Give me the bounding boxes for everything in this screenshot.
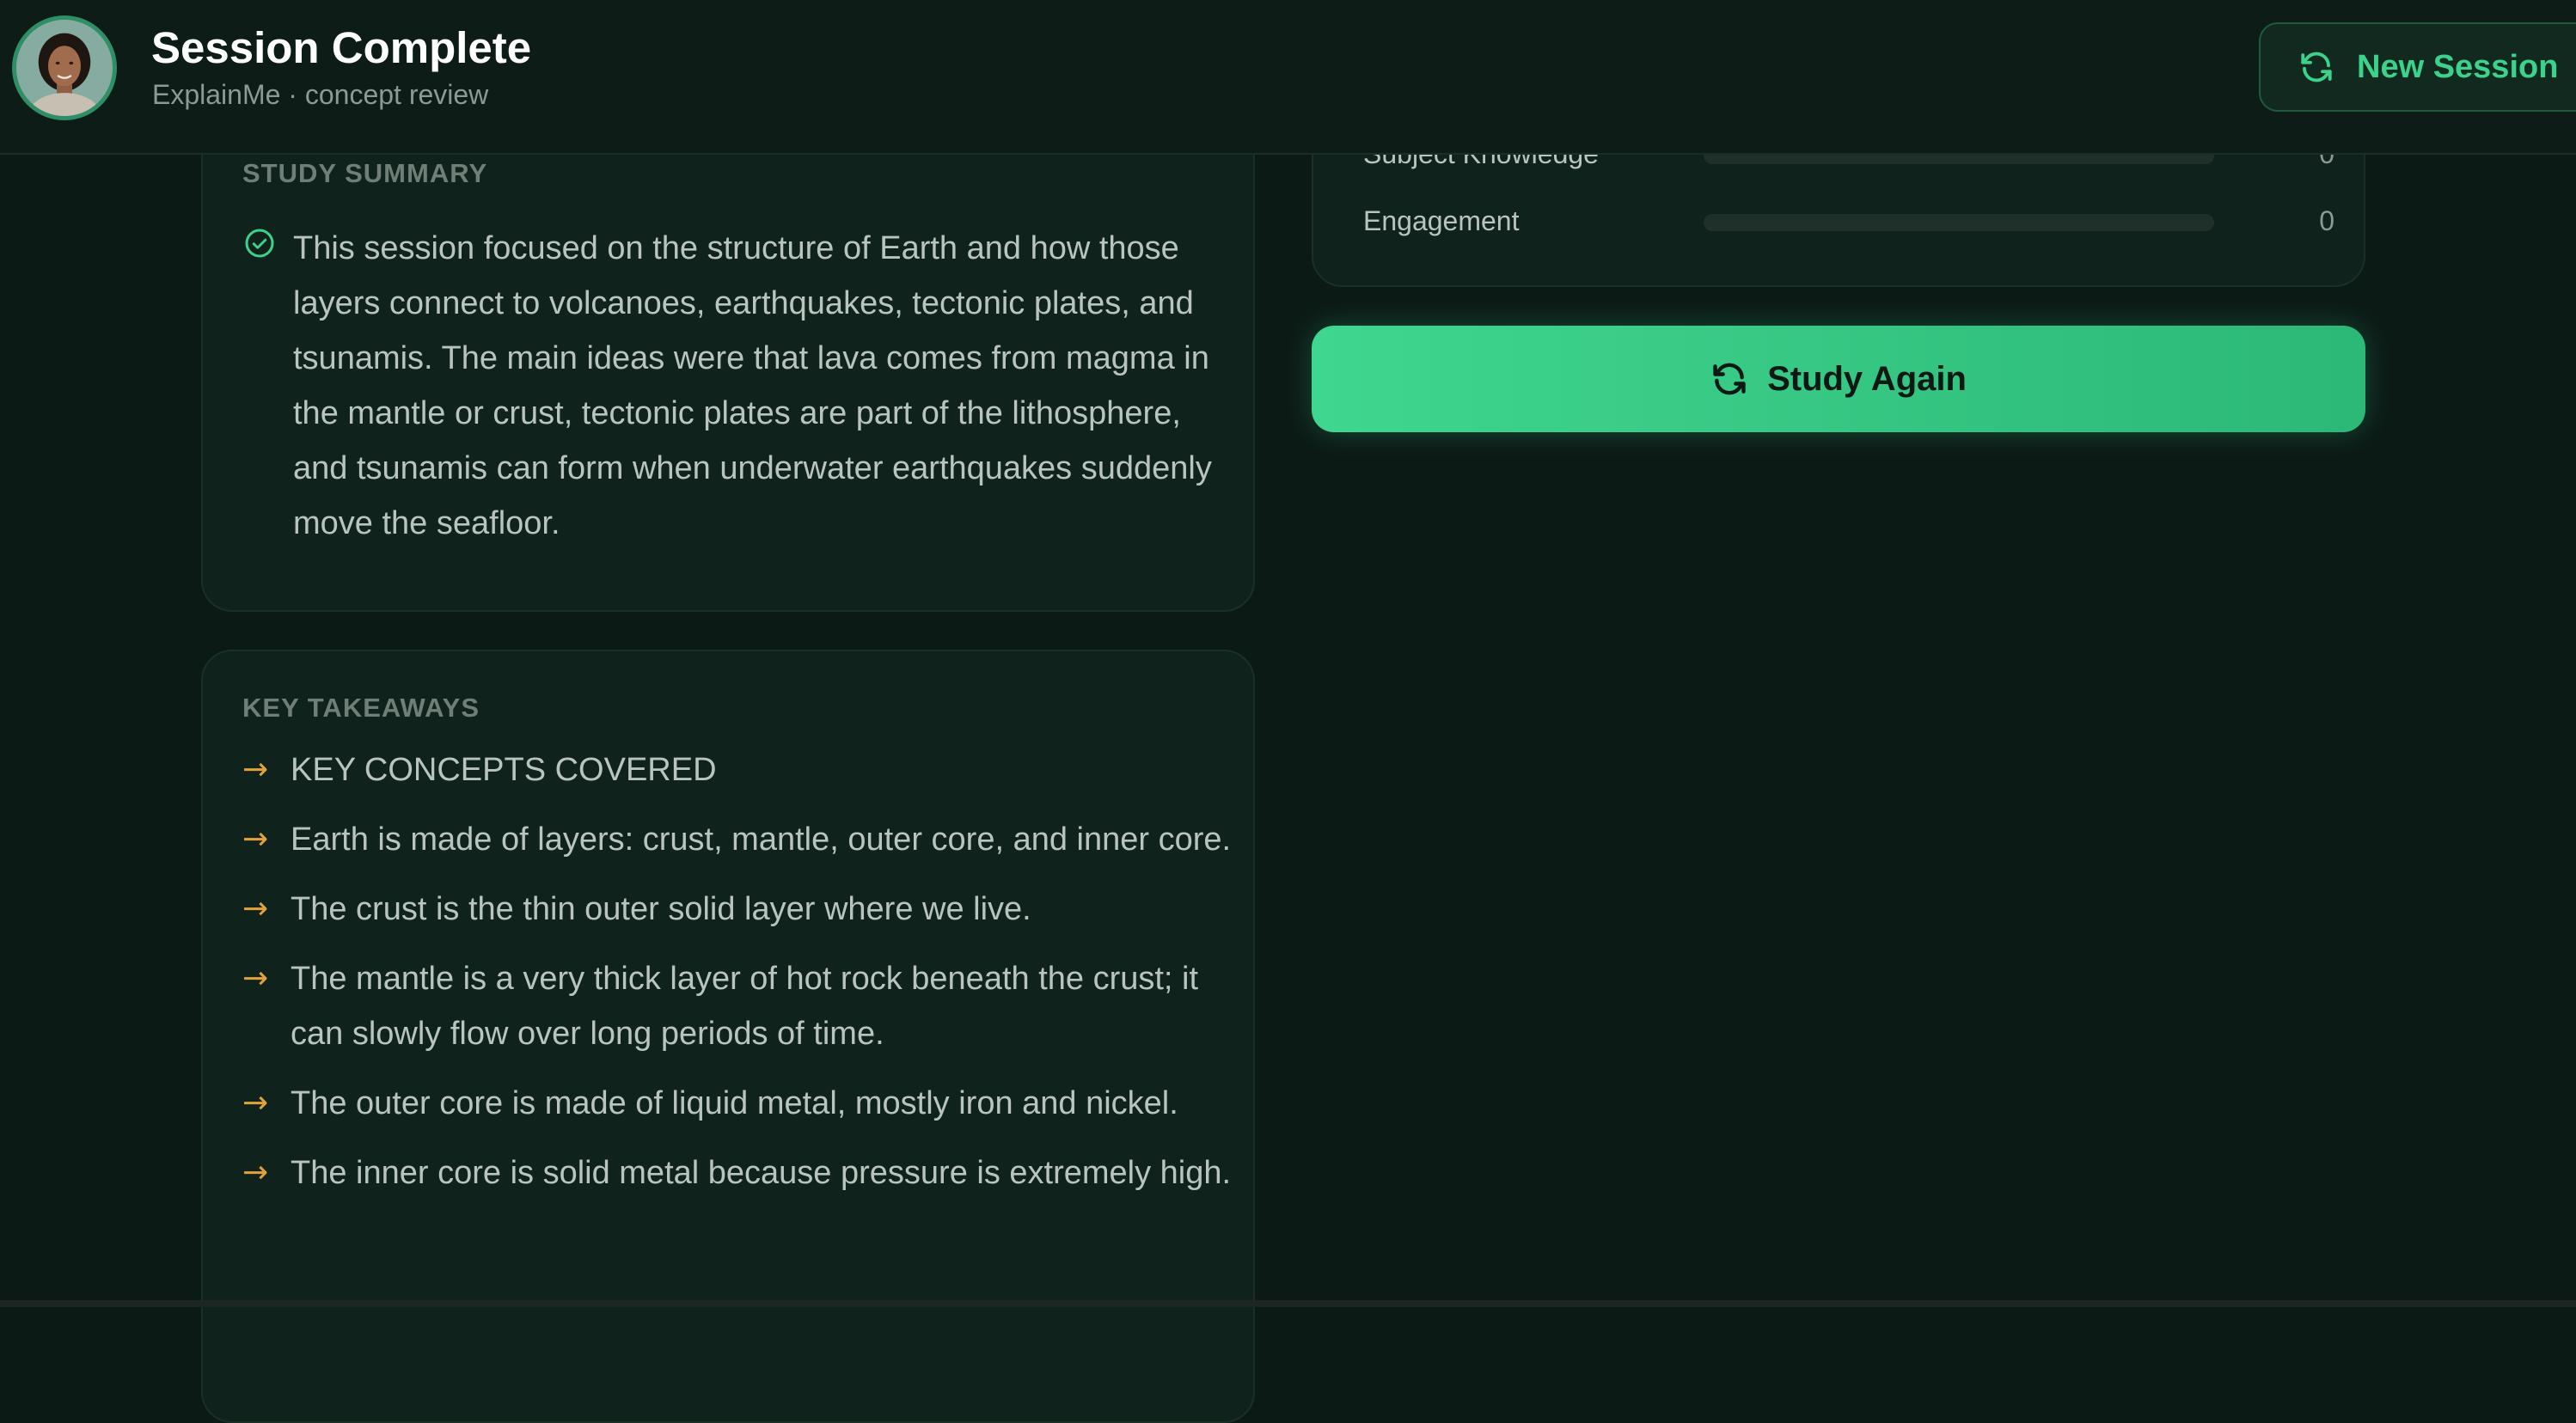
arrow-right-icon: → bbox=[242, 821, 269, 857]
metric-value: 0 bbox=[2319, 205, 2334, 236]
takeaway-text: The inner core is solid metal because pr… bbox=[291, 1155, 1232, 1191]
avatar[interactable] bbox=[12, 15, 117, 120]
arrow-right-icon: → bbox=[242, 752, 269, 787]
page-title: Session Complete bbox=[151, 23, 532, 72]
list-item: → The inner core is solid metal because … bbox=[242, 1145, 1239, 1200]
list-item: → Earth is made of layers: crust, mantle… bbox=[242, 812, 1239, 867]
metric-label: Engagement bbox=[1363, 205, 1520, 236]
summary-text: This session focused on the structure of… bbox=[293, 230, 1212, 541]
arrow-right-icon: → bbox=[242, 1155, 269, 1190]
takeaway-list: → KEY CONCEPTS COVERED → Earth is made o… bbox=[242, 742, 1239, 1215]
list-item: → The crust is the thin outer solid laye… bbox=[242, 882, 1239, 937]
check-circle-icon bbox=[245, 229, 274, 258]
list-item: → The mantle is a very thick layer of ho… bbox=[242, 951, 1239, 1061]
metric-progress-bar bbox=[1704, 214, 2214, 231]
metric-row-engagement: Engagement 0 bbox=[1363, 199, 2334, 242]
takeaway-text: The mantle is a very thick layer of hot … bbox=[291, 961, 1199, 1052]
list-item: → The outer core is made of liquid metal… bbox=[242, 1076, 1239, 1131]
avatar-image bbox=[16, 20, 113, 116]
study-summary-card: STUDY SUMMARY This session focused on th… bbox=[201, 86, 1255, 612]
window-bottom-edge bbox=[0, 1300, 2576, 1307]
key-takeaways-card: KEY TAKEAWAYS → KEY CONCEPTS COVERED → E… bbox=[201, 650, 1255, 1423]
section-label-study-summary: STUDY SUMMARY bbox=[242, 158, 488, 188]
takeaway-text: The outer core is made of liquid metal, … bbox=[291, 1085, 1178, 1121]
page-subtitle: ExplainMe · concept review bbox=[152, 79, 489, 110]
arrow-right-icon: → bbox=[242, 891, 269, 926]
section-label-key-takeaways: KEY TAKEAWAYS bbox=[242, 693, 480, 723]
refresh-icon bbox=[2301, 52, 2332, 82]
new-session-button[interactable]: New Session bbox=[2259, 22, 2576, 112]
takeaway-text: KEY CONCEPTS COVERED bbox=[291, 752, 717, 788]
takeaway-text: Earth is made of layers: crust, mantle, … bbox=[291, 821, 1232, 858]
arrow-right-icon: → bbox=[242, 1085, 269, 1121]
study-again-label: Study Again bbox=[1767, 359, 1967, 398]
refresh-icon bbox=[1713, 363, 1746, 395]
list-item: → KEY CONCEPTS COVERED bbox=[242, 742, 1239, 797]
study-again-button[interactable]: Study Again bbox=[1312, 326, 2365, 432]
app-header: Session Complete ExplainMe · concept rev… bbox=[0, 0, 2576, 155]
arrow-right-icon: → bbox=[242, 961, 269, 996]
new-session-label: New Session bbox=[2357, 48, 2559, 85]
takeaway-text: The crust is the thin outer solid layer … bbox=[291, 891, 1031, 927]
